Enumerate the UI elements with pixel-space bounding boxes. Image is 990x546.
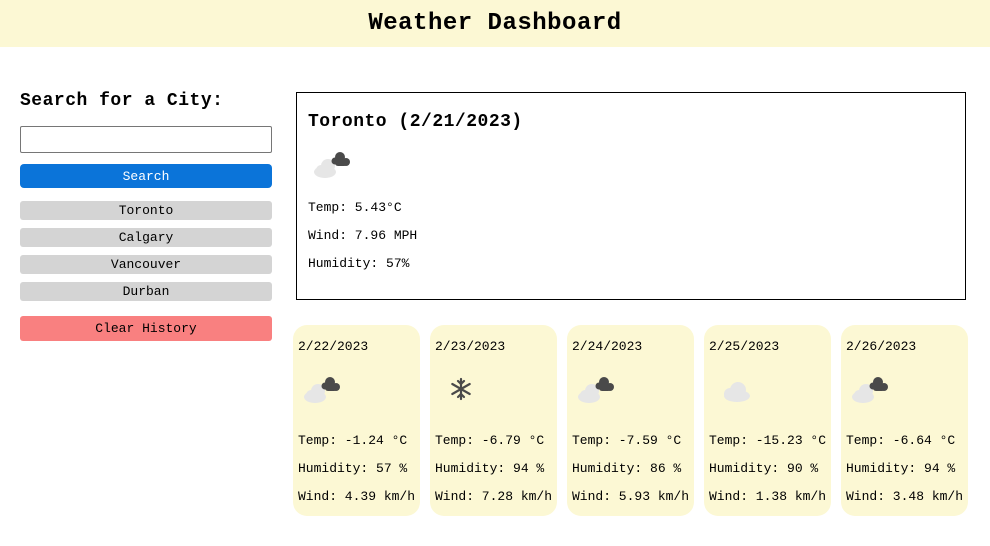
forecast-humidity: Humidity: 86 % (572, 461, 682, 476)
forecast-temp: Temp: -7.59 °C (572, 433, 682, 448)
history-item-toronto[interactable]: Toronto (20, 201, 272, 220)
search-sidebar: Search for a City: Search Toronto Calgar… (20, 90, 272, 341)
current-temp: Temp: 5.43°C (308, 200, 402, 215)
forecast-card: 2/25/2023 Temp: -15.23 °C Humidity: 90 %… (704, 325, 831, 516)
current-weather-panel: Toronto (2/21/2023) Temp: 5.43°C Wind: 7… (296, 92, 966, 300)
forecast-wind: Wind: 4.39 km/h (298, 489, 416, 504)
forecast-temp: Temp: -15.23 °C (709, 433, 827, 448)
forecast-temp: Temp: -6.64 °C (846, 433, 956, 448)
forecast-humidity: Humidity: 94 % (846, 461, 956, 476)
forecast-temp: Temp: -1.24 °C (298, 433, 408, 448)
search-history-list: Toronto Calgary Vancouver Durban (20, 201, 272, 301)
forecast-date: 2/22/2023 (298, 339, 369, 354)
forecast-date: 2/26/2023 (846, 339, 917, 354)
cloudy-icon (846, 369, 963, 417)
forecast-card: 2/26/2023 Temp: -6.64 °C Humidity: 94 % … (841, 325, 968, 516)
search-button[interactable]: Search (20, 164, 272, 188)
cloudy-icon (572, 369, 689, 417)
current-humidity: Humidity: 57% (308, 256, 410, 271)
clear-history-button[interactable]: Clear History (20, 316, 272, 341)
forecast-wind: Wind: 1.38 km/h (709, 489, 827, 504)
forecast-date: 2/25/2023 (709, 339, 780, 354)
search-heading: Search for a City: (20, 91, 224, 111)
forecast-date: 2/24/2023 (572, 339, 643, 354)
history-item-calgary[interactable]: Calgary (20, 228, 272, 247)
city-search-input[interactable] (20, 126, 272, 153)
current-city-title: Toronto (2/21/2023) (308, 112, 523, 132)
cloudy-icon (298, 369, 415, 417)
history-item-durban[interactable]: Durban (20, 282, 272, 301)
forecast-wind: Wind: 3.48 km/h (846, 489, 964, 504)
forecast-humidity: Humidity: 94 % (435, 461, 545, 476)
forecast-humidity: Humidity: 57 % (298, 461, 408, 476)
page-title: Weather Dashboard (368, 10, 622, 37)
forecast-date: 2/23/2023 (435, 339, 506, 354)
forecast-wind: Wind: 5.93 km/h (572, 489, 690, 504)
forecast-wind: Wind: 7.28 km/h (435, 489, 553, 504)
cloud-icon (709, 369, 826, 417)
forecast-card: 2/24/2023 Temp: -7.59 °C Humidity: 86 % … (567, 325, 694, 516)
current-wind: Wind: 7.96 MPH (308, 228, 418, 243)
forecast-temp: Temp: -6.79 °C (435, 433, 545, 448)
cloudy-icon (308, 144, 954, 184)
page-header: Weather Dashboard (0, 0, 990, 47)
forecast-card: 2/22/2023 Temp: -1.24 °C Humidity: 57 % … (293, 325, 420, 516)
snow-icon (435, 369, 552, 417)
forecast-card: 2/23/2023 Temp: -6.79 °C Humidity: 94 % … (430, 325, 557, 516)
history-item-vancouver[interactable]: Vancouver (20, 255, 272, 274)
forecast-humidity: Humidity: 90 % (709, 461, 819, 476)
